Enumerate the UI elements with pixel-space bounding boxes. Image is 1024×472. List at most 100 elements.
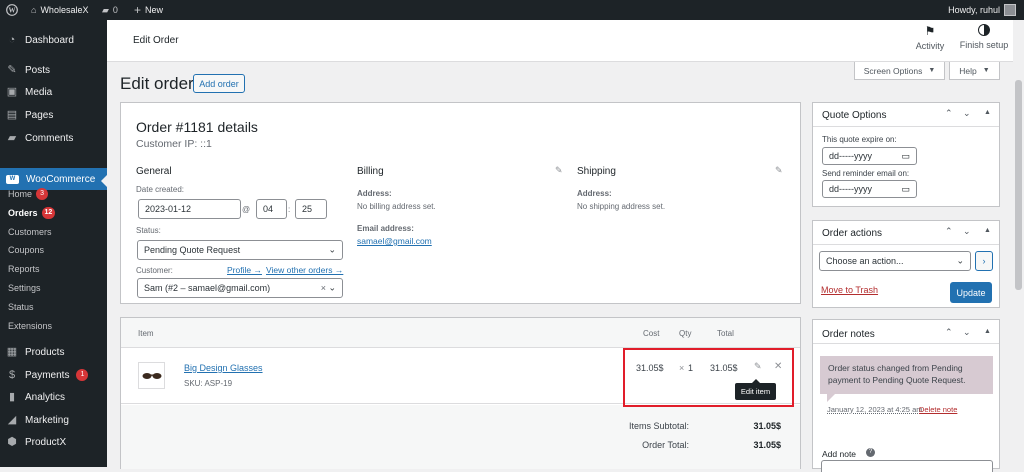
- reminder-date-input[interactable]: dd-----yyyy ▭: [822, 180, 917, 198]
- header-title: Edit Order: [133, 35, 179, 46]
- products-icon: ▦: [6, 346, 18, 358]
- order-actions-header: Order actions ⌃ ⌄ ▲: [813, 221, 999, 245]
- edit-billing-pencil-icon[interactable]: ✎: [555, 165, 563, 176]
- account-menu[interactable]: Howdy, ruhul: [948, 0, 1016, 20]
- help-button[interactable]: Help ▼: [949, 62, 1000, 80]
- caret-down-icon: ▼: [928, 67, 936, 74]
- site-name-link[interactable]: ⌂ WholesaleX: [31, 0, 88, 20]
- sidebar-item-analytics[interactable]: ▮ Analytics: [0, 386, 107, 408]
- product-name-link[interactable]: Big Design Glasses: [184, 363, 263, 373]
- sidebar-sub-settings[interactable]: Settings: [8, 280, 41, 296]
- move-up-icon[interactable]: ⌃: [945, 327, 953, 338]
- screen-options-button[interactable]: Screen Options ▼: [854, 62, 945, 80]
- billing-email-link[interactable]: samael@gmail.com: [357, 236, 432, 246]
- chevron-down-icon: ⌄: [328, 282, 336, 293]
- wordpress-logo-icon[interactable]: W: [6, 0, 18, 20]
- profile-link[interactable]: Profile →: [227, 265, 262, 275]
- sidebar-item-payments[interactable]: $ Payments 1: [0, 364, 107, 386]
- sidebar-item-products[interactable]: ▦ Products: [0, 341, 107, 363]
- chevron-right-icon: ›: [982, 256, 986, 266]
- minute-input[interactable]: 25: [295, 199, 327, 219]
- home-count-badge: 3: [36, 188, 49, 200]
- sidebar-item-marketing[interactable]: ◢ Marketing: [0, 409, 107, 431]
- move-up-icon[interactable]: ⌃: [945, 108, 953, 119]
- toggle-panel-icon[interactable]: ▲: [984, 109, 991, 116]
- customer-select[interactable]: Sam (#2 – samael@gmail.com) × ⌄: [137, 278, 343, 298]
- billing-address-label: Address:: [357, 189, 392, 198]
- sidebar-item-media[interactable]: ▣ Media: [0, 81, 107, 103]
- items-col-cost: Cost: [643, 329, 660, 338]
- sidebar-item-posts[interactable]: ✎ Posts: [0, 59, 107, 81]
- flag-icon: ⚑: [924, 24, 936, 38]
- sidebar-sub-orders[interactable]: Orders 12: [8, 205, 56, 221]
- toggle-panel-icon[interactable]: ▲: [984, 328, 991, 335]
- half-circle-icon: [978, 24, 990, 36]
- toggle-panel-icon[interactable]: ▲: [984, 227, 991, 234]
- caret-down-icon: ▼: [982, 67, 990, 74]
- new-content-link[interactable]: + New: [134, 0, 163, 20]
- move-to-trash-link[interactable]: Move to Trash: [821, 285, 878, 295]
- view-other-orders-link[interactable]: View other orders →: [266, 265, 343, 275]
- page-header-bar: Edit Order ⚑ Activity Finish setup: [107, 20, 1024, 62]
- move-down-icon[interactable]: ⌄: [963, 226, 971, 237]
- calendar-icon[interactable]: ▭: [901, 184, 910, 195]
- apply-action-button[interactable]: ›: [975, 251, 993, 271]
- finish-setup-button[interactable]: Finish setup: [959, 24, 1009, 50]
- sidebar-item-productx[interactable]: ⬢ ProductX: [0, 431, 107, 453]
- billing-address: No billing address set.: [357, 202, 436, 211]
- comment-icon: ▰: [102, 5, 109, 15]
- help-tip-icon[interactable]: ?: [866, 448, 875, 457]
- date-created-input[interactable]: 2023-01-12: [138, 199, 241, 219]
- productx-icon: ⬢: [7, 436, 17, 448]
- comments-icon: ▰: [7, 132, 17, 144]
- glasses-icon: [142, 372, 161, 379]
- hour-input[interactable]: 04: [256, 199, 287, 219]
- comments-link[interactable]: ▰ 0: [102, 0, 118, 20]
- customer-label: Customer:: [136, 266, 173, 275]
- order-action-select[interactable]: Choose an action... ⌄: [819, 251, 971, 271]
- expire-label: This quote expire on:: [822, 135, 897, 144]
- at-symbol: @: [242, 205, 251, 214]
- status-select[interactable]: Pending Quote Request ⌄: [137, 240, 343, 260]
- quote-options-panel: Quote Options ⌃ ⌄ ▲ This quote expire on…: [812, 102, 1000, 207]
- order-notes-header: Order notes ⌃ ⌄ ▲: [813, 320, 999, 344]
- items-col-total: Total: [717, 329, 734, 338]
- add-note-textarea[interactable]: [821, 460, 993, 472]
- activity-button[interactable]: ⚑ Activity: [915, 24, 945, 51]
- home-icon: ⌂: [31, 5, 37, 15]
- sidebar-item-pages[interactable]: ▤ Pages: [0, 104, 107, 126]
- update-button[interactable]: Update: [950, 282, 992, 303]
- pin-icon: ✎: [7, 64, 17, 76]
- sidebar-sub-home[interactable]: Home 3: [8, 186, 49, 202]
- sidebar-item-comments[interactable]: ▰ Comments: [0, 127, 107, 149]
- add-order-button[interactable]: Add order: [193, 74, 245, 93]
- scrollbar-thumb[interactable]: [1015, 80, 1022, 290]
- payments-count-badge: 1: [76, 369, 89, 381]
- general-heading: General: [136, 166, 172, 177]
- sidebar-sub-coupons[interactable]: Coupons: [8, 242, 44, 258]
- avatar: [1004, 4, 1016, 16]
- expire-date-input[interactable]: dd-----yyyy ▭: [822, 147, 917, 165]
- sidebar-sub-customers[interactable]: Customers: [8, 224, 52, 240]
- move-up-icon[interactable]: ⌃: [945, 226, 953, 237]
- move-down-icon[interactable]: ⌄: [963, 108, 971, 119]
- items-header-row: Item Cost Qty Total: [121, 318, 800, 348]
- sidebar-sub-extensions[interactable]: Extensions: [8, 318, 52, 334]
- shipping-address: No shipping address set.: [577, 202, 666, 211]
- calendar-icon[interactable]: ▭: [901, 151, 910, 162]
- order-total-value: 31.05$: [753, 440, 781, 450]
- delete-note-link[interactable]: Delete note: [919, 405, 957, 414]
- sidebar-item-dashboard[interactable]: ◔ Dashboard: [0, 29, 107, 51]
- order-details-panel: Order #1181 details Customer IP: ::1 Gen…: [120, 102, 801, 304]
- order-actions-title: Order actions: [822, 228, 883, 239]
- sidebar-sub-reports[interactable]: Reports: [8, 261, 40, 277]
- scrollbar-track[interactable]: [1013, 20, 1024, 467]
- sidebar-sub-status[interactable]: Status: [8, 299, 34, 315]
- quote-options-title: Quote Options: [822, 110, 887, 121]
- order-notes-panel: Order notes ⌃ ⌄ ▲ Order status changed f…: [812, 319, 1000, 472]
- megaphone-icon: ◢: [7, 414, 17, 426]
- clear-icon[interactable]: ×: [321, 283, 326, 293]
- edit-shipping-pencil-icon[interactable]: ✎: [775, 165, 783, 176]
- move-down-icon[interactable]: ⌄: [963, 327, 971, 338]
- totals-section: Items Subtotal: 31.05$ Order Total: 31.0…: [121, 405, 800, 469]
